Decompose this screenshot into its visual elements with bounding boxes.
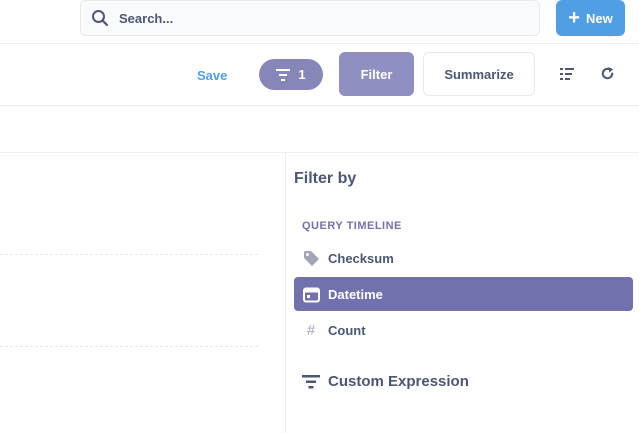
custom-expression-label: Custom Expression	[328, 373, 469, 390]
field-item-checksum[interactable]: Checksum	[294, 241, 633, 275]
sub-bar	[0, 106, 639, 153]
tag-icon	[302, 249, 320, 267]
dashed-divider	[0, 254, 258, 255]
field-item-label: Count	[328, 322, 366, 338]
search-icon	[92, 10, 109, 27]
plus-icon: +	[568, 7, 580, 29]
filter-count-pill[interactable]: 1	[259, 59, 323, 90]
hash-icon: #	[306, 321, 316, 339]
refresh-icon[interactable]	[600, 66, 615, 81]
field-item-datetime[interactable]: Datetime	[294, 277, 633, 311]
sidebar-title: Filter by	[294, 170, 357, 187]
summarize-button-label: Summarize	[444, 66, 514, 82]
filter-count-label: 1	[298, 67, 306, 82]
dashed-divider	[0, 346, 258, 347]
new-button[interactable]: + New	[556, 0, 625, 36]
field-item-count[interactable]: # Count	[294, 313, 633, 347]
field-item-label: Checksum	[328, 250, 394, 266]
sidebar-divider	[285, 153, 286, 433]
summarize-button[interactable]: Summarize	[423, 52, 535, 96]
list-icon[interactable]	[560, 68, 574, 80]
filter-icon	[276, 68, 291, 81]
section-label: QUERY TIMELINE	[302, 220, 402, 232]
save-button[interactable]: Save	[197, 68, 227, 83]
search-input[interactable]	[119, 10, 519, 26]
filter-button-label: Filter	[360, 66, 393, 82]
filter-icon	[302, 374, 320, 388]
filter-button[interactable]: Filter	[339, 52, 414, 96]
top-nav: + New	[0, 0, 639, 44]
calendar-icon	[302, 285, 320, 303]
search-box[interactable]	[80, 0, 540, 36]
new-button-label: New	[585, 10, 613, 26]
query-action-bar: Save 1 Filter Summarize	[0, 44, 639, 106]
field-item-label: Datetime	[328, 286, 383, 302]
custom-expression-button[interactable]: Custom Expression	[302, 373, 469, 390]
